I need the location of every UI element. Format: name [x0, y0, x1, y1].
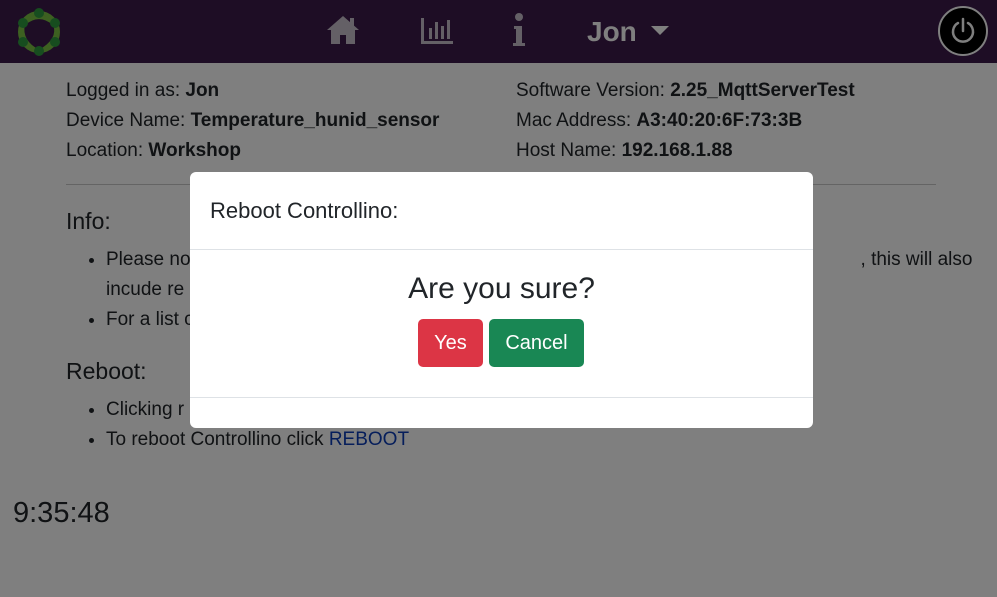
yes-button[interactable]: Yes: [418, 319, 483, 367]
reboot-confirm-dialog: Reboot Controllino: Are you sure? Yes Ca…: [190, 172, 813, 428]
modal-title: Reboot Controllino:: [210, 198, 399, 223]
modal-header: Reboot Controllino:: [190, 172, 813, 250]
confirm-question: Are you sure?: [408, 272, 595, 305]
cancel-button[interactable]: Cancel: [489, 319, 584, 367]
modal-body: Are you sure? Yes Cancel: [190, 250, 813, 397]
modal-footer: [190, 397, 813, 428]
